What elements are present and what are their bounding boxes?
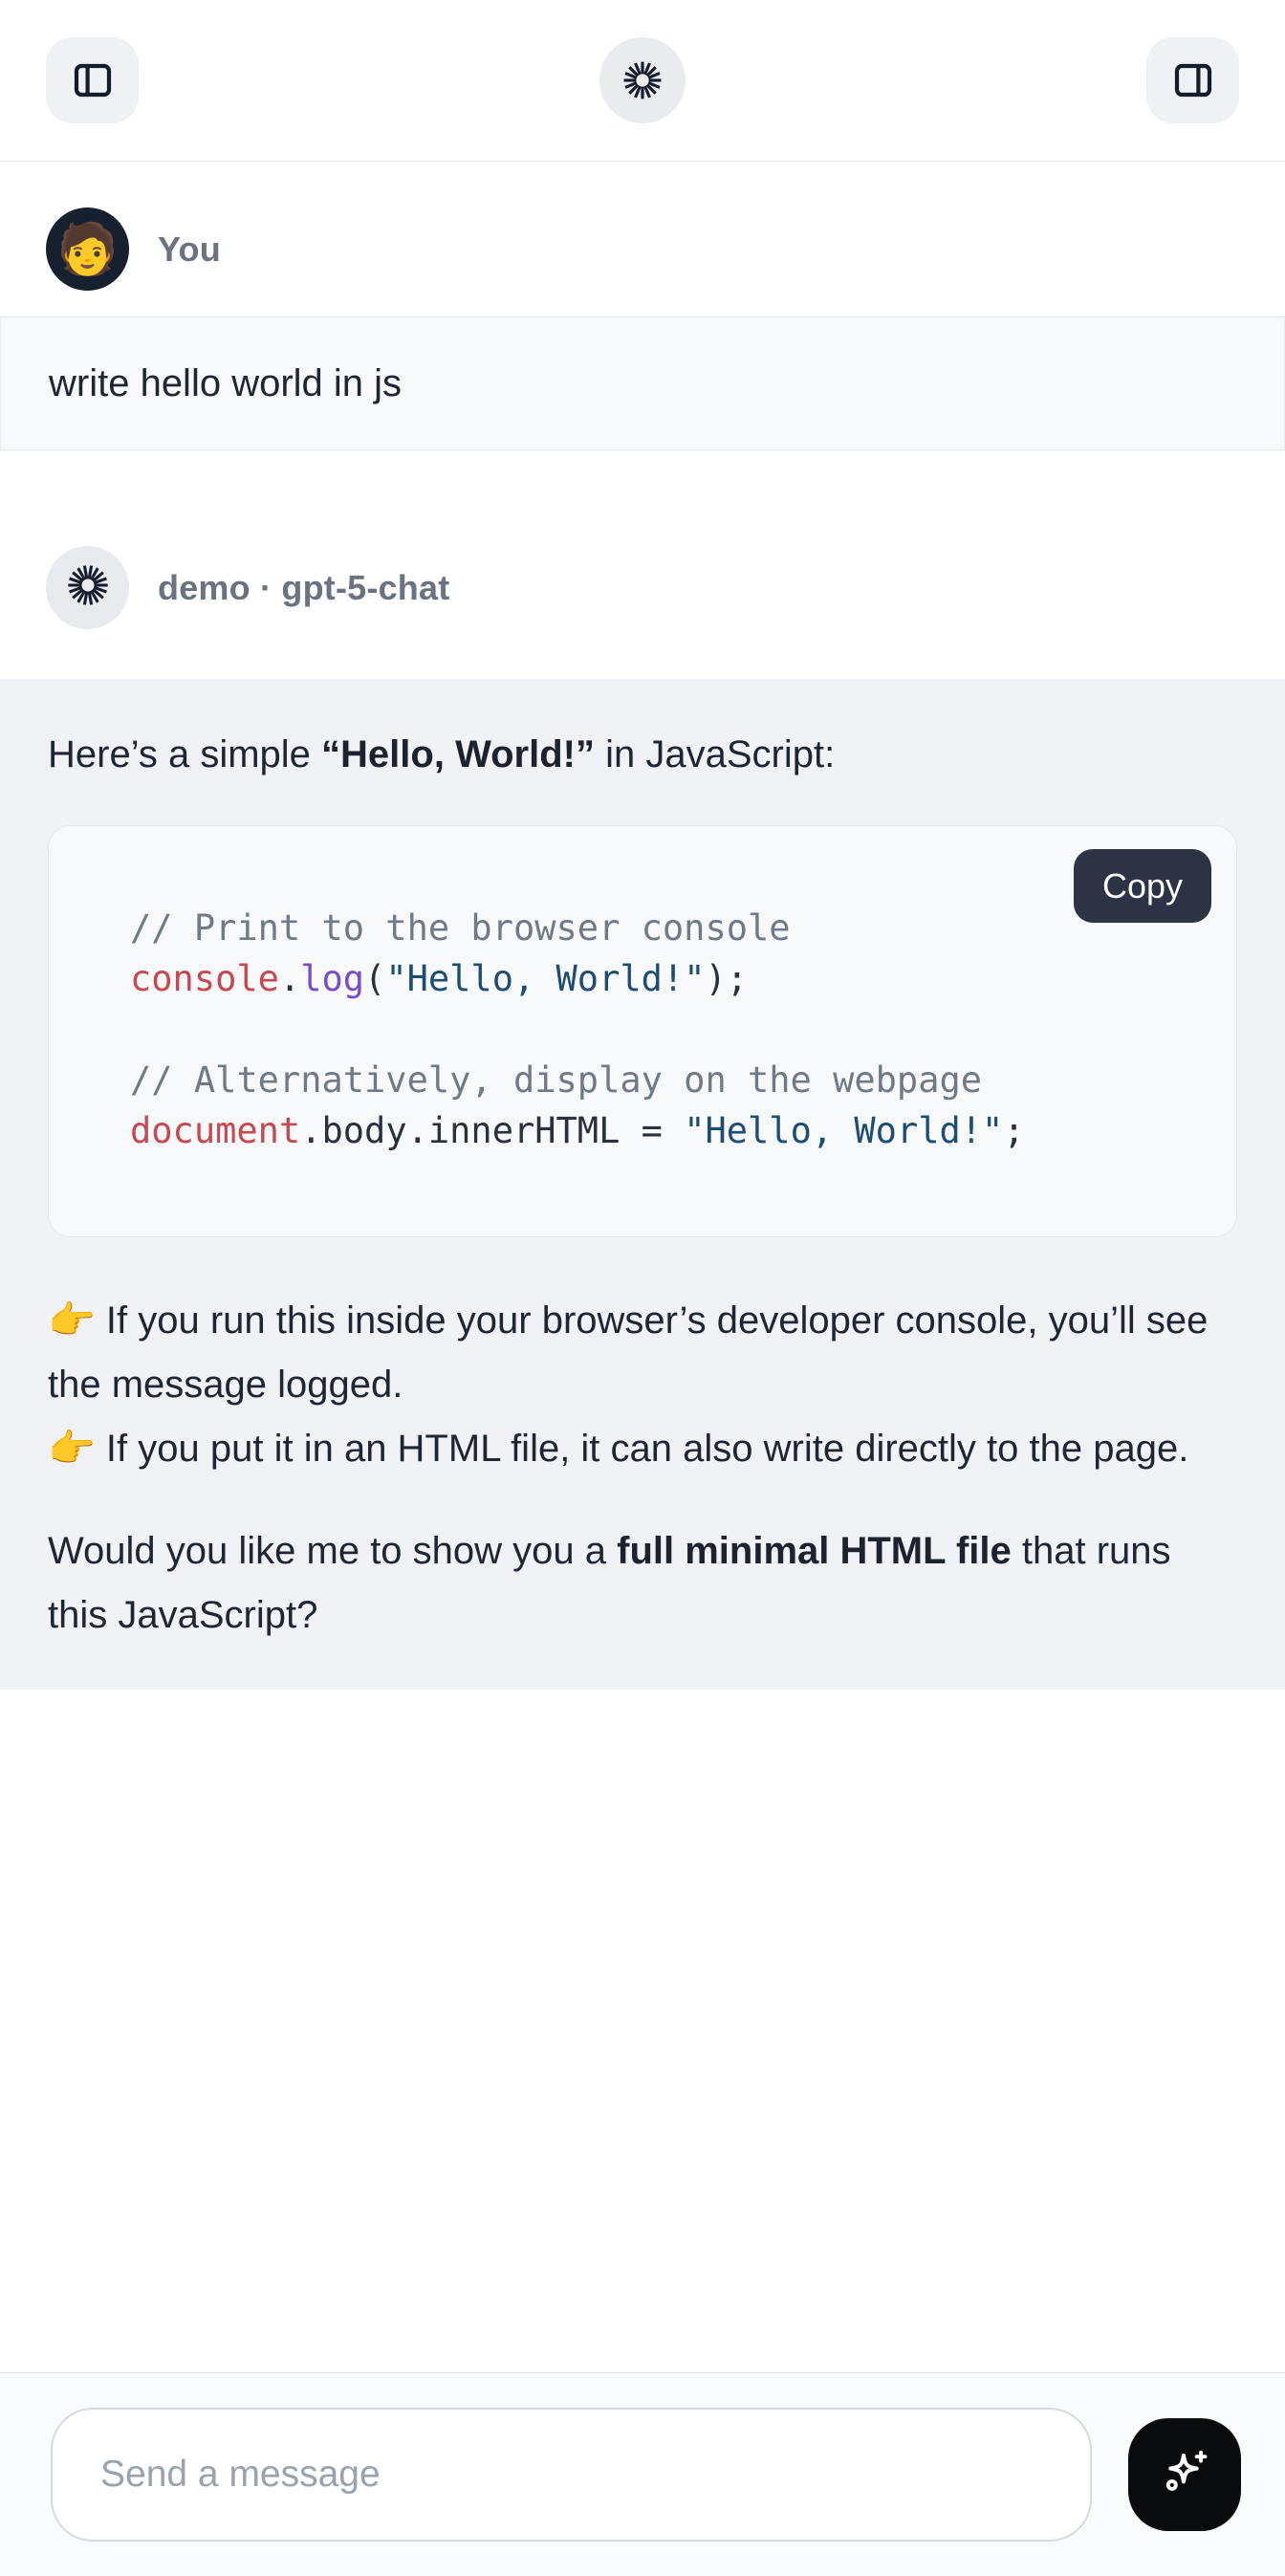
assistant-turn-header: demo · gpt-5-chat [0,546,1285,629]
assistant-turn: demo · gpt-5-chat Here’s a simple “Hello… [0,498,1285,1690]
user-name-label: You [158,229,221,270]
starburst-icon [66,563,110,612]
user-message-text: write hello world in js [49,362,402,405]
assistant-paragraphs: 👉 If you run this inside your browser’s … [48,1289,1237,1648]
user-turn-header: 🧑 You [0,207,1285,291]
assistant-message: Here’s a simple “Hello, World!” in JavaS… [0,679,1285,1690]
message-input[interactable] [51,2408,1092,2542]
empty-scroll-area [0,1690,1285,2372]
code-content: // Print to the browser consoleconsole.l… [49,826,1236,1236]
composer [0,2372,1285,2576]
sidebar-toggle-button[interactable] [46,37,139,123]
assistant-intro-text: Here’s a simple “Hello, World!” in JavaS… [48,723,1237,787]
top-bar [0,0,1285,162]
copy-button[interactable]: Copy [1074,849,1211,923]
sparkle-plus-icon [1155,2444,1214,2506]
assistant-model-label: demo · gpt-5-chat [158,568,449,608]
user-avatar: 🧑 [46,207,129,291]
user-message: write hello world in js [0,317,1285,450]
right-panel-toggle-button[interactable] [1146,37,1239,123]
panel-left-icon [70,57,116,103]
send-button[interactable] [1128,2418,1241,2531]
code-block: Copy // Print to the browser consolecons… [48,825,1237,1237]
person-emoji: 🧑 [56,225,119,274]
starburst-icon [621,59,664,101]
panel-right-icon [1170,57,1216,103]
assistant-avatar [46,546,129,629]
user-turn: 🧑 You write hello world in js [0,162,1285,450]
chat-app: 🧑 You write hello world in js demo · gpt… [0,0,1285,2576]
app-logo-button[interactable] [599,37,686,123]
